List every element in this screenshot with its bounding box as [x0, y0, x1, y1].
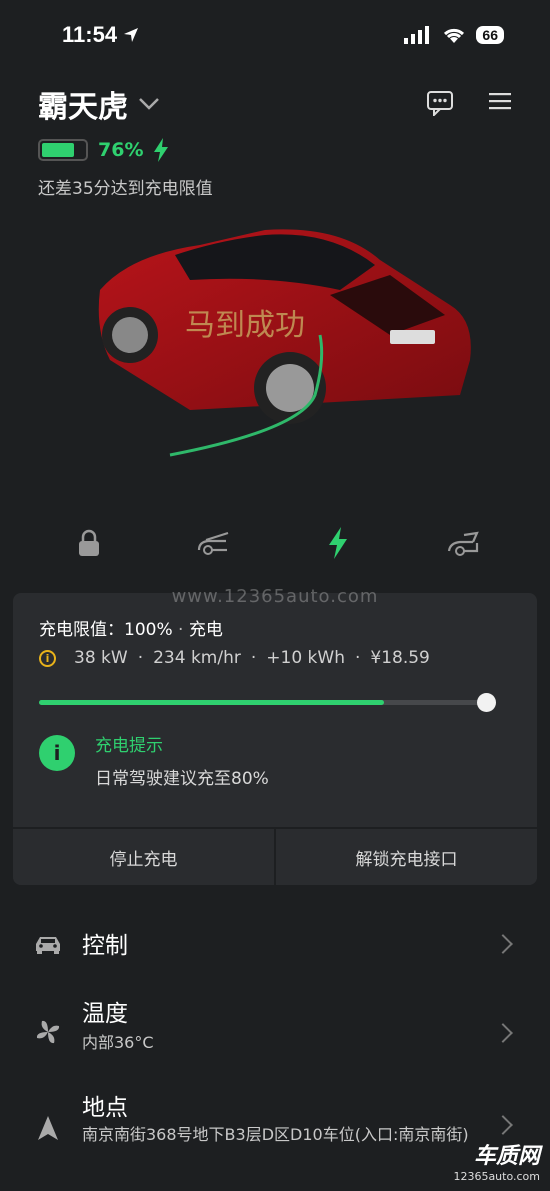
fan-icon [32, 1016, 64, 1048]
trunk-button[interactable] [438, 518, 488, 568]
charge-status: 充电 [188, 620, 223, 640]
car-image: 马到成功 [98, 229, 471, 457]
tip-title: 充电提示 [95, 736, 163, 756]
tip-body: 日常驾驶建议充至80% [95, 769, 269, 789]
frunk-button[interactable] [188, 518, 238, 568]
menu-icon[interactable] [488, 90, 512, 112]
info-icon: i [39, 735, 75, 771]
status-bar: 11:54 66 [0, 0, 550, 76]
charging-bolt-icon [154, 138, 169, 162]
unlock-charge-port-button[interactable]: 解锁充电接口 [274, 829, 537, 885]
lock-icon [79, 529, 99, 556]
menu-item-climate[interactable]: 温度 内部36°C [0, 990, 550, 1060]
vehicle-header: 霸天虎 76% 还差35分达到充电限值 [38, 82, 512, 199]
watermark: www.12365auto.com [171, 586, 379, 607]
charging-stats: i 38 kW · 234 km/hr · +10 kWh · ¥18.59 [39, 648, 430, 668]
frunk-icon [197, 531, 229, 555]
energy-added: +10 kWh [266, 648, 345, 668]
chevron-right-icon [493, 1023, 513, 1043]
menu-title: 温度 [82, 1001, 128, 1027]
battery-level-indicator: 66 [476, 26, 504, 44]
charge-speed: 234 km/hr [153, 648, 241, 668]
charge-button[interactable] [313, 518, 363, 568]
location-arrow-icon [124, 28, 139, 42]
charge-remaining-text: 还差35分达到充电限值 [38, 179, 213, 199]
wifi-icon [444, 28, 465, 43]
site-logo: 车质网 12365auto.com [453, 1144, 540, 1183]
menu-title: 控制 [82, 933, 128, 959]
charge-tip: i 充电提示 日常驾驶建议充至80% [39, 729, 269, 789]
chevron-right-icon [493, 1115, 513, 1135]
charge-limit: 充电限值：100% [39, 620, 173, 640]
battery-percent: 76% [98, 139, 144, 161]
trunk-icon [447, 531, 479, 556]
location-address: 南京南街368号地下B3层D区D10车位(入口:南京南街) [82, 1125, 469, 1144]
svg-text:马到成功: 马到成功 [185, 308, 305, 343]
menu-title: 地点 [82, 1095, 128, 1121]
battery-icon [38, 139, 88, 161]
car-icon [32, 928, 64, 960]
charge-limit-slider[interactable] [39, 693, 496, 712]
signal-icon [404, 26, 430, 44]
info-icon[interactable]: i [39, 649, 56, 667]
charge-bolt-icon [329, 527, 347, 559]
status-time: 11:54 [62, 22, 139, 48]
slider-thumb[interactable] [477, 693, 496, 712]
charge-cost: ¥18.59 [370, 648, 430, 668]
lock-button[interactable] [64, 518, 114, 568]
menu-item-controls[interactable]: 控制 [0, 918, 550, 968]
interior-temperature: 内部36°C [82, 1033, 154, 1052]
quick-actions-bar [0, 518, 550, 568]
vehicle-name: 霸天虎 [38, 90, 128, 125]
message-icon[interactable] [426, 90, 454, 116]
charge-limit-line: 充电限值：100% · 充电 [39, 620, 223, 640]
chevron-right-icon [493, 934, 513, 954]
navigation-arrow-icon [32, 1112, 64, 1144]
charging-card: 充电限值：100% · 充电 i 38 kW · 234 km/hr · +10… [13, 593, 537, 885]
chevron-down-icon [139, 98, 159, 110]
slider-fill [39, 700, 385, 705]
charge-power: 38 kW [74, 648, 128, 668]
stop-charging-button[interactable]: 停止充电 [13, 829, 274, 885]
